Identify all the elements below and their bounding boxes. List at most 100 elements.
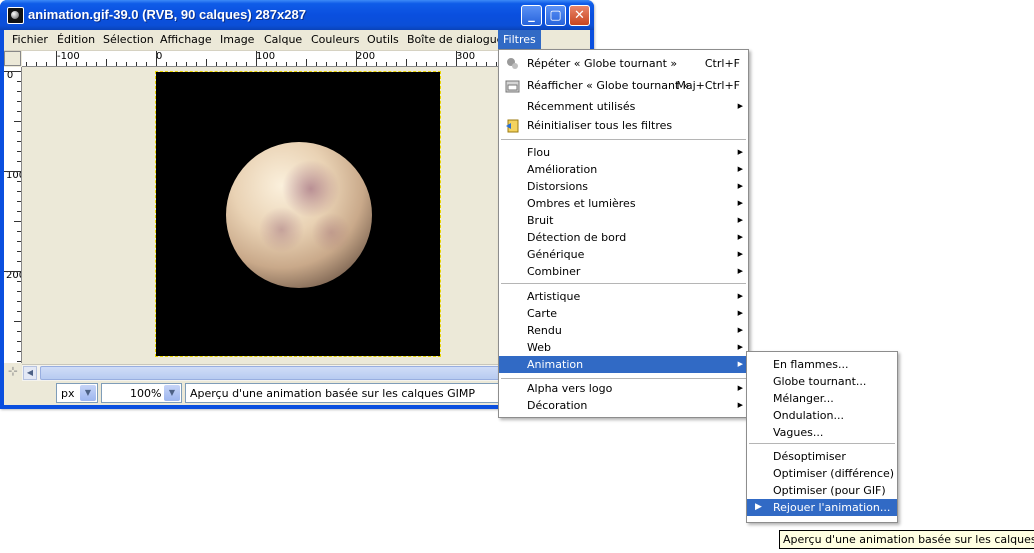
menu-item-label: Vagues...	[773, 426, 824, 439]
play-icon: ▶	[755, 502, 762, 512]
menu-separator	[501, 139, 746, 140]
ruler-label: 100	[6, 170, 21, 181]
zoom-select[interactable]: 100% ▼	[101, 383, 182, 403]
menu-item-amelioration[interactable]: Amélioration ▶	[499, 161, 748, 178]
menu-image[interactable]: Image	[220, 33, 254, 46]
chevron-down-icon[interactable]: ▼	[80, 385, 96, 401]
menu-item-accel: Ctrl+F	[704, 57, 740, 70]
ruler-tick	[496, 62, 497, 66]
menu-item-en-flammes[interactable]: En flammes...	[747, 356, 897, 373]
menu-item-ombres-et-lumieres[interactable]: Ombres et lumières ▶	[499, 195, 748, 212]
scroll-left-arrow-icon[interactable]: ◀	[23, 366, 37, 380]
ruler-tick	[146, 62, 147, 66]
menu-item-bruit[interactable]: Bruit ▶	[499, 212, 748, 229]
menu-item-recent[interactable]: Récemment utilisés ▶	[499, 98, 748, 115]
menu-item-label: Répéter « Globe tournant »	[527, 57, 678, 70]
menu-item-reset-filters[interactable]: Réinitialiser tous les filtres	[499, 117, 748, 134]
menu-outils[interactable]: Outils	[367, 33, 399, 46]
ruler-tick	[356, 51, 357, 66]
gimp-app-icon[interactable]	[7, 7, 24, 24]
submenu-arrow-icon: ▶	[737, 309, 743, 317]
menu-edition[interactable]: Édition	[57, 33, 95, 46]
menu-filtres[interactable]: Filtres	[498, 30, 541, 50]
menu-item-web[interactable]: Web ▶	[499, 339, 748, 356]
ruler-tick	[126, 62, 127, 66]
menu-fichier[interactable]: Fichier	[12, 33, 48, 46]
submenu-arrow-icon: ▶	[737, 233, 743, 241]
menu-item-label: Combiner	[527, 265, 581, 278]
title-bar[interactable]: animation.gif-39.0 (RVB, 90 calques) 287…	[0, 0, 594, 30]
menu-item-generique[interactable]: Générique ▶	[499, 246, 748, 263]
ruler-tick	[17, 231, 21, 232]
menu-item-flou[interactable]: Flou ▶	[499, 144, 748, 161]
ruler-tick	[36, 62, 37, 66]
ruler-tick	[17, 101, 21, 102]
minimize-button[interactable]: _	[521, 5, 542, 26]
menu-item-rendu[interactable]: Rendu ▶	[499, 322, 748, 339]
ruler-label: 0	[6, 70, 14, 81]
menu-item-optimiser-difference[interactable]: Optimiser (différence)	[747, 465, 897, 482]
ruler-tick	[216, 62, 217, 66]
menu-boite-de-dialogue[interactable]: Boîte de dialogue	[407, 33, 503, 46]
menu-separator	[501, 378, 746, 379]
submenu-arrow-icon: ▶	[737, 360, 743, 368]
menu-item-repeat[interactable]: Répéter « Globe tournant » Ctrl+F	[499, 55, 748, 72]
menu-item-ondulation[interactable]: Ondulation...	[747, 407, 897, 424]
unit-select[interactable]: px ▼	[56, 383, 98, 403]
menu-item-label: Distorsions	[527, 180, 589, 193]
menu-item-animation[interactable]: Animation ▶	[499, 356, 748, 373]
menu-item-artistique[interactable]: Artistique ▶	[499, 288, 748, 305]
ruler-label: 200	[6, 270, 21, 281]
menu-item-optimiser-pour-gif[interactable]: Optimiser (pour GIF)	[747, 482, 897, 499]
maximize-button[interactable]: ▢	[545, 5, 566, 26]
menu-item-vagues[interactable]: Vagues...	[747, 424, 897, 441]
ruler-tick	[346, 62, 347, 66]
menu-item-combiner[interactable]: Combiner ▶	[499, 263, 748, 280]
menu-item-globe-tournant[interactable]: Globe tournant...	[747, 373, 897, 390]
ruler-tick	[17, 251, 21, 252]
ruler-tick	[96, 62, 97, 66]
ruler-tick	[14, 221, 21, 222]
menu-item-alpha-vers-logo[interactable]: Alpha vers logo ▶	[499, 380, 748, 397]
chevron-down-icon[interactable]: ▼	[164, 385, 180, 401]
menu-item-melanger[interactable]: Mélanger...	[747, 390, 897, 407]
menu-item-label: Optimiser (différence)	[773, 467, 895, 480]
ruler-tick	[17, 241, 21, 242]
ruler-corner[interactable]	[4, 51, 21, 66]
ruler-tick	[466, 62, 467, 66]
ruler-tick	[416, 62, 417, 66]
menu-item-label: Générique	[527, 248, 585, 261]
filters-menu: Répéter « Globe tournant » Ctrl+F Réaffi…	[498, 49, 749, 418]
ruler-tick	[296, 62, 297, 66]
ruler-tick	[17, 261, 21, 262]
ruler-tick	[176, 62, 177, 66]
submenu-arrow-icon: ▶	[737, 267, 743, 275]
close-button[interactable]: ✕	[569, 5, 590, 26]
menu-item-distorsions[interactable]: Distorsions ▶	[499, 178, 748, 195]
menu-item-desoptimiser[interactable]: Désoptimiser	[747, 448, 897, 465]
menu-item-carte[interactable]: Carte ▶	[499, 305, 748, 322]
vertical-ruler[interactable]: 0 100 200	[4, 67, 22, 363]
menu-item-detection-de-bord[interactable]: Détection de bord ▶	[499, 229, 748, 246]
ruler-tick	[106, 59, 107, 66]
menu-item-label: Mélanger...	[773, 392, 834, 405]
menu-item-decoration[interactable]: Décoration ▶	[499, 397, 748, 414]
image-canvas[interactable]	[155, 71, 441, 357]
ruler-tick	[17, 181, 21, 182]
menu-item-rejouer-l-animation[interactable]: Rejouer l'animation... ▶	[747, 499, 897, 516]
menu-item-reshow[interactable]: Réafficher « Globe tournant » Maj+Ctrl+F	[499, 77, 748, 94]
menu-item-accel: Maj+Ctrl+F	[676, 79, 740, 92]
ruler-tick	[17, 131, 21, 132]
ruler-tick	[4, 271, 21, 272]
menu-selection[interactable]: Sélection	[103, 33, 154, 46]
repeat-icon	[507, 58, 518, 69]
submenu-arrow-icon: ▶	[737, 292, 743, 300]
menu-affichage[interactable]: Affichage	[160, 33, 212, 46]
menu-calque[interactable]: Calque	[264, 33, 302, 46]
ruler-tick	[76, 62, 77, 66]
ruler-tick	[17, 331, 21, 332]
navigate-icon[interactable]: ⊹	[6, 364, 20, 378]
ruler-tick	[14, 121, 21, 122]
scroll-thumb[interactable]	[40, 366, 500, 380]
menu-couleurs[interactable]: Couleurs	[311, 33, 359, 46]
